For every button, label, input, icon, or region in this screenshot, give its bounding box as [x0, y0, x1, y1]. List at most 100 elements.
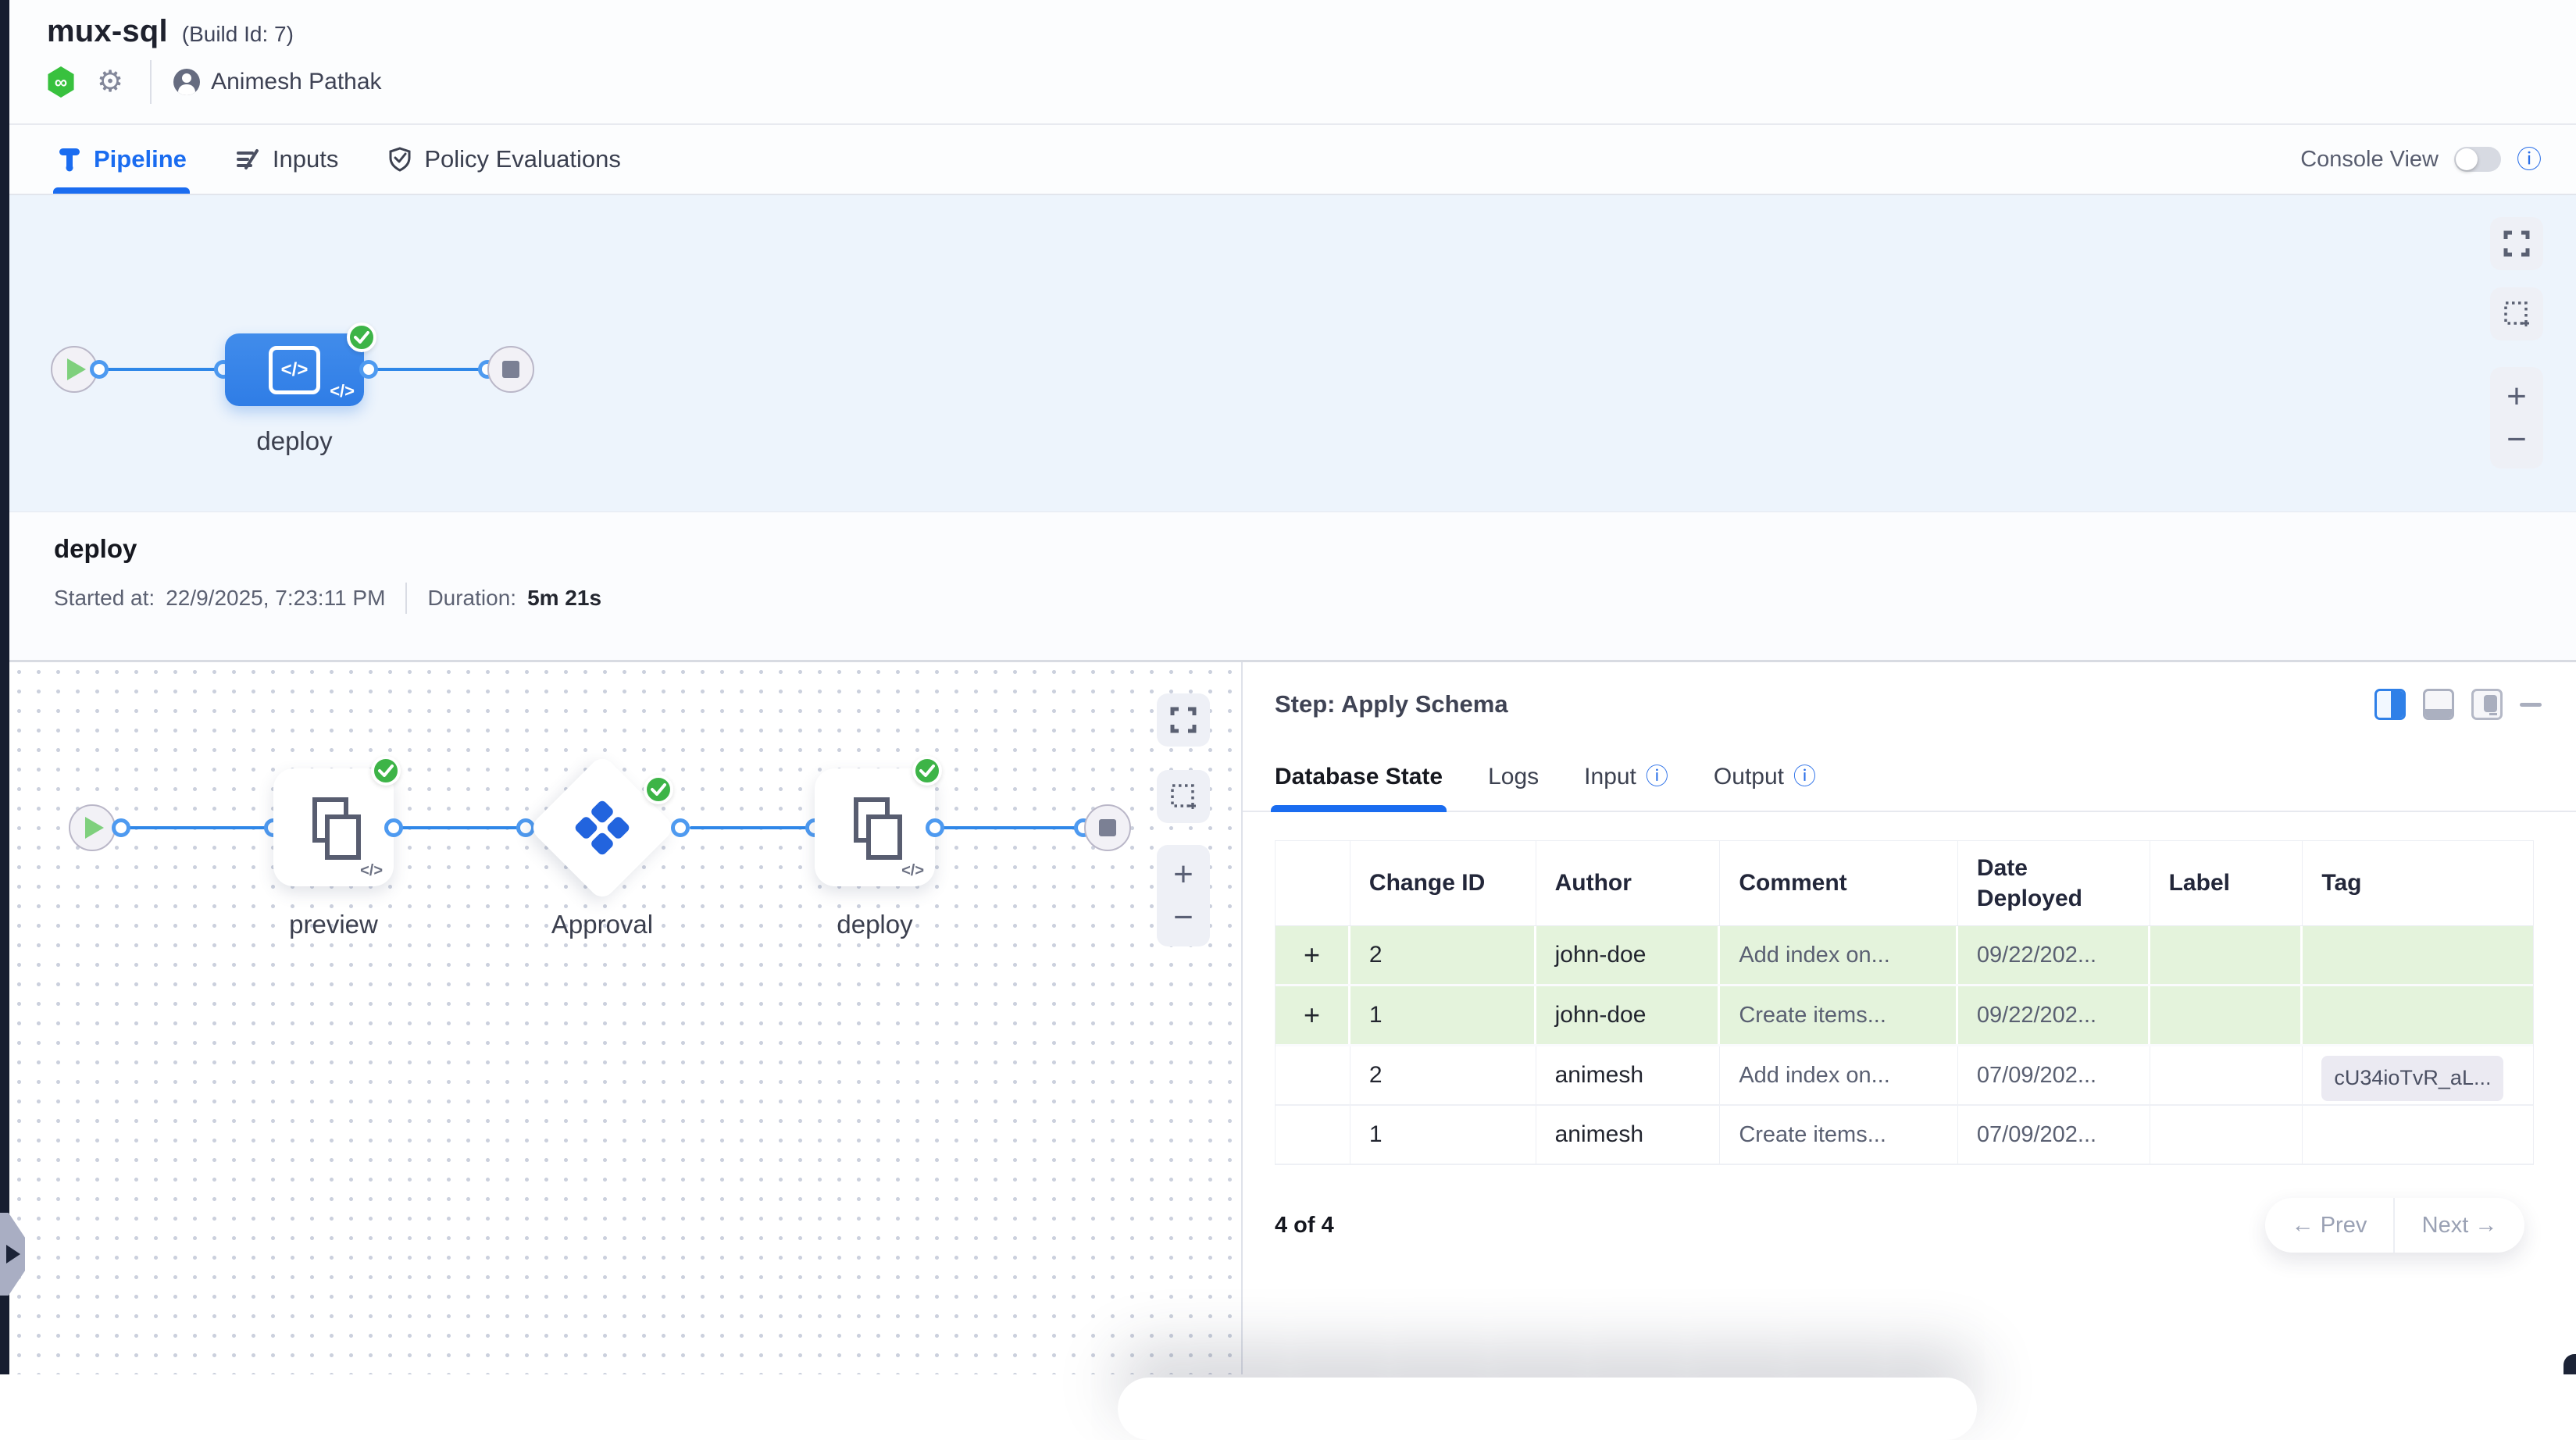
cell-author: animesh — [1536, 1106, 1721, 1164]
edge-port[interactable] — [926, 818, 944, 837]
custom-stage-icon: </> — [269, 346, 320, 394]
approval-icon — [571, 797, 633, 859]
tab-database-state[interactable]: Database State — [1275, 764, 1443, 811]
flow-start-node[interactable] — [69, 804, 116, 851]
cell-change-id: 1 — [1350, 986, 1536, 1044]
next-page-button[interactable]: Next → — [2395, 1198, 2524, 1253]
code-badge: </> — [901, 862, 924, 880]
edge-connector — [369, 368, 494, 371]
pipeline-end-node[interactable] — [487, 346, 534, 393]
cell-comment: Add index on... — [1720, 926, 1958, 984]
stage-info-bar: deploy Started at: 22/9/2025, 7:23:11 PM… — [9, 512, 2576, 660]
column-header-label: Label — [2150, 841, 2303, 925]
success-check-icon — [371, 756, 401, 786]
tag-chip[interactable]: cU34ioTvR_aL... BU4TEW... — [2321, 1056, 2503, 1101]
layout-float-panel-button[interactable] — [2471, 689, 2503, 720]
stage-flow-canvas[interactable]: </> preview — [9, 662, 1241, 1374]
tab-label: Logs — [1488, 764, 1539, 790]
prev-page-button[interactable]: ← Prev — [2265, 1198, 2395, 1253]
stop-icon — [1099, 819, 1116, 836]
user-name: Animesh Pathak — [211, 69, 381, 95]
marquee-select-button[interactable] — [2490, 287, 2543, 340]
inputs-icon — [235, 146, 262, 173]
stage-node-deploy[interactable]: </> </> — [225, 333, 364, 406]
column-header-author: Author — [1536, 841, 1721, 925]
tab-inputs[interactable]: Inputs — [235, 125, 338, 194]
code-badge: </> — [330, 381, 355, 401]
started-at-value: 22/9/2025, 7:23:11 PM — [166, 586, 385, 611]
cell-date: 07/09/202... — [1958, 1046, 2150, 1104]
fullscreen-icon — [1170, 707, 1197, 733]
zoom-out-button[interactable]: − — [2506, 422, 2527, 457]
cell-label — [2150, 986, 2303, 1044]
edge-port[interactable] — [112, 818, 130, 837]
expand-row-button[interactable]: + — [1304, 941, 1320, 969]
tab-output[interactable]: Output ⓘ — [1714, 764, 1816, 811]
expand-row-button[interactable]: + — [1304, 1001, 1320, 1029]
tab-policy-evaluations[interactable]: Policy Evaluations — [387, 125, 621, 194]
cell-date: 07/09/202... — [1958, 1106, 2150, 1164]
edge-connector — [400, 826, 529, 829]
info-icon[interactable]: ⓘ — [2517, 147, 2542, 172]
cell-comment: Add index on... — [1720, 1046, 1958, 1104]
tab-pipeline[interactable]: Pipeline — [56, 125, 187, 194]
edge-port[interactable] — [359, 360, 378, 379]
fullscreen-button[interactable] — [1157, 693, 1210, 747]
tab-input[interactable]: Input ⓘ — [1584, 764, 1668, 811]
table-pagination: 4 of 4 ← Prev Next → — [1275, 1198, 2524, 1253]
copy-steps-icon — [842, 792, 908, 864]
minimize-panel-button[interactable] — [2520, 703, 2542, 707]
gear-icon[interactable]: ⚙ — [97, 67, 123, 97]
edge-port[interactable] — [671, 818, 690, 837]
step-node-deploy[interactable]: </> — [815, 768, 935, 886]
cell-label — [2150, 1106, 2303, 1164]
column-header-change-id: Change ID — [1350, 841, 1536, 925]
zoom-in-button[interactable]: + — [2506, 380, 2527, 414]
step-node-preview[interactable]: </> — [273, 768, 394, 886]
column-header-tag: Tag — [2303, 841, 2533, 925]
tab-logs[interactable]: Logs — [1488, 764, 1539, 811]
console-view-toggle[interactable] — [2454, 147, 2501, 172]
tab-label: Database State — [1275, 764, 1443, 790]
cell-date: 09/22/202... — [1958, 986, 2150, 1044]
divider — [150, 60, 152, 104]
layout-split-right-button[interactable] — [2374, 689, 2406, 720]
cell-comment: Create items... — [1720, 1106, 1958, 1164]
edge-port[interactable] — [90, 360, 109, 379]
table-row: 2 animesh Add index on... 07/09/202... c… — [1276, 1046, 2533, 1106]
marquee-select-button[interactable] — [1157, 770, 1210, 823]
success-hexagon-icon: ∞ — [47, 66, 75, 98]
zoom-out-button[interactable]: − — [1173, 900, 1193, 935]
main-tabbar: Pipeline Inputs Policy Evaluations Conso… — [9, 125, 2576, 195]
info-icon[interactable]: ⓘ — [1793, 766, 1816, 789]
pipeline-overview-canvas[interactable]: </> </> deploy + − — [9, 195, 2576, 512]
step-panel-title: Step: Apply Schema — [1275, 690, 1508, 718]
user-avatar-icon — [173, 69, 200, 95]
fullscreen-icon — [2503, 230, 2530, 257]
flow-end-node[interactable] — [1084, 804, 1131, 851]
edge-connector — [97, 368, 230, 371]
success-check-icon — [644, 775, 673, 804]
approval-node-label: Approval — [523, 910, 682, 939]
fullscreen-button[interactable] — [2490, 217, 2543, 270]
info-icon[interactable]: ⓘ — [1646, 766, 1668, 789]
corner-artifact — [2564, 1354, 2576, 1374]
zoom-in-button[interactable]: + — [1173, 857, 1193, 892]
table-row: 1 animesh Create items... 07/09/202... — [1276, 1106, 2533, 1165]
cell-author: john-doe — [1536, 926, 1721, 984]
divider — [405, 583, 407, 614]
cell-author: animesh — [1536, 1046, 1721, 1104]
duration-value: 5m 21s — [527, 586, 601, 611]
stop-icon — [502, 361, 519, 378]
edge-port[interactable] — [384, 818, 403, 837]
started-at-label: Started at: — [54, 586, 155, 611]
edge-connector — [941, 826, 1092, 829]
cell-label — [2150, 926, 2303, 984]
tag-text: cU34ioTvR_aL... — [2334, 1066, 2491, 1089]
cell-tag — [2303, 986, 2533, 1044]
bottom-sheet-shadow — [1118, 1378, 1977, 1440]
layout-split-bottom-button[interactable] — [2423, 689, 2454, 720]
stage-name: deploy — [54, 534, 2576, 564]
tab-label: Inputs — [273, 145, 338, 173]
tab-label: Policy Evaluations — [424, 145, 621, 173]
